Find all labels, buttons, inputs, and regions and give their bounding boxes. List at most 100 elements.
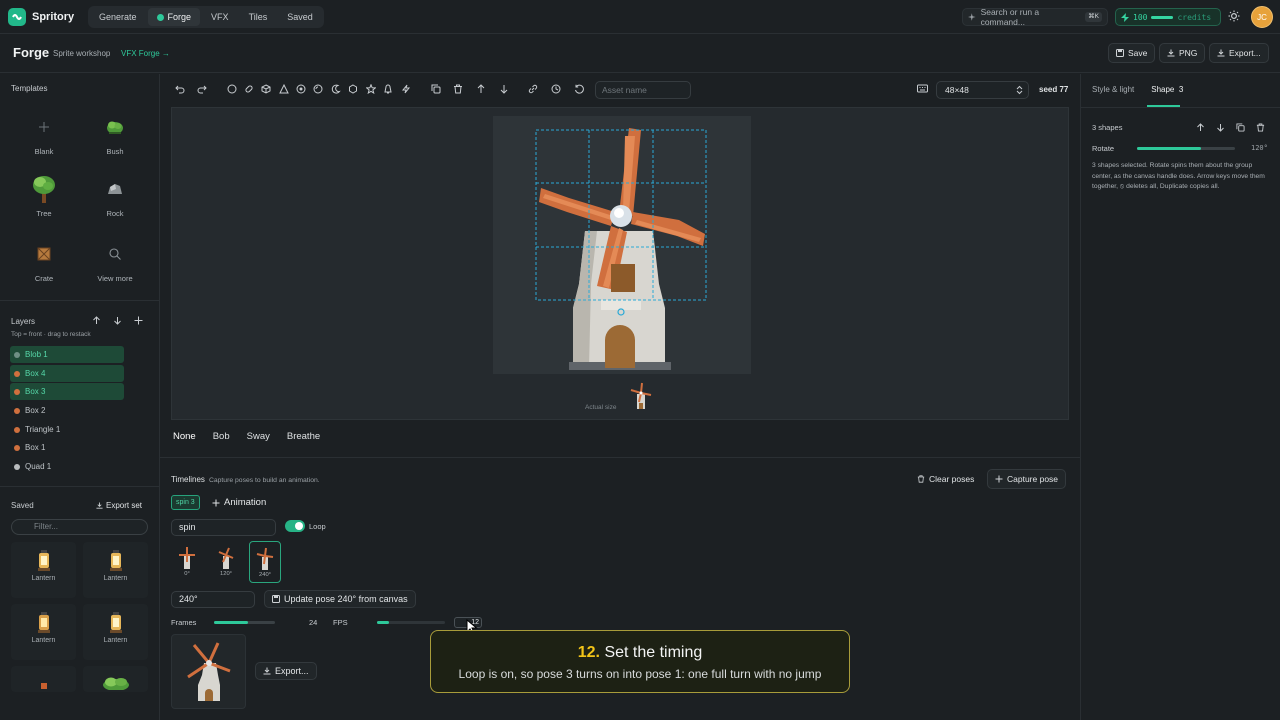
vfx-forge-link[interactable]: VFX Forge → bbox=[121, 49, 170, 58]
preset-bob[interactable]: Bob bbox=[211, 431, 232, 442]
layer-item[interactable]: Triangle 1 bbox=[10, 421, 124, 438]
add-layer-icon[interactable] bbox=[134, 316, 143, 325]
pose-thumb-selected[interactable]: 240° bbox=[249, 541, 281, 583]
timelines-header: Timelines Capture poses to build an anima… bbox=[171, 475, 320, 484]
loop-toggle[interactable] bbox=[285, 520, 305, 532]
hexagon-tool-icon[interactable] bbox=[348, 84, 358, 94]
add-animation-button[interactable]: Animation bbox=[212, 497, 266, 508]
tab-style-light[interactable]: Style & light bbox=[1092, 85, 1134, 94]
bell-tool-icon[interactable] bbox=[383, 84, 393, 94]
export-set-button[interactable]: Export set bbox=[96, 501, 142, 510]
preset-sway[interactable]: Sway bbox=[245, 431, 272, 442]
animation-name-input[interactable]: spin bbox=[171, 519, 276, 536]
update-pose-button[interactable]: Update pose 240° from canvas bbox=[264, 590, 416, 608]
export-button[interactable]: Export... bbox=[1209, 43, 1269, 63]
move-up-icon[interactable] bbox=[92, 316, 101, 325]
template-bush[interactable]: Bush bbox=[87, 112, 143, 156]
divider bbox=[1081, 107, 1280, 108]
inspector-tabs: Style & light Shape 3 bbox=[1092, 85, 1183, 94]
user-avatar[interactable]: JC bbox=[1251, 6, 1273, 28]
layer-item[interactable]: Blob 1 bbox=[10, 346, 124, 363]
nav-tab-tiles[interactable]: Tiles bbox=[240, 8, 277, 26]
nav-tab-generate[interactable]: Generate bbox=[90, 8, 146, 26]
rotate-slider[interactable] bbox=[1137, 147, 1235, 150]
layer-item[interactable]: Box 1 bbox=[10, 439, 124, 456]
pose-thumb[interactable]: 0° bbox=[171, 541, 203, 583]
nav-tab-forge[interactable]: Forge bbox=[147, 8, 201, 26]
app-name: Spritory bbox=[32, 11, 75, 23]
triangle-tool-icon[interactable] bbox=[279, 84, 289, 94]
delete-icon[interactable] bbox=[453, 84, 463, 94]
saved-item[interactable]: Lantern bbox=[11, 542, 76, 598]
bolt-tool-icon[interactable] bbox=[401, 84, 411, 94]
link-icon[interactable] bbox=[528, 84, 538, 94]
export-animation-button[interactable]: Export... bbox=[255, 662, 317, 680]
star-tool-icon[interactable] bbox=[366, 84, 376, 94]
credits-badge[interactable]: 100 credits bbox=[1115, 8, 1221, 26]
saved-item[interactable]: Lantern bbox=[83, 604, 148, 660]
undo-icon[interactable] bbox=[175, 84, 185, 94]
nav-tab-vfx[interactable]: VFX bbox=[202, 8, 238, 26]
saved-item[interactable]: Lantern bbox=[11, 604, 76, 660]
move-down-icon[interactable] bbox=[1216, 123, 1225, 132]
circle-tool-icon[interactable] bbox=[227, 84, 237, 94]
move-up-icon[interactable] bbox=[1196, 123, 1205, 132]
page-subtitle: Sprite workshop bbox=[53, 49, 111, 58]
pose-thumb[interactable]: 120° bbox=[210, 541, 242, 583]
template-tree[interactable]: Tree bbox=[16, 174, 72, 218]
saved-item[interactable] bbox=[11, 666, 76, 692]
sphere-tool-icon[interactable] bbox=[313, 84, 323, 94]
seed-label[interactable]: seed 77 bbox=[1039, 85, 1068, 94]
saved-filter-input[interactable]: Filter... bbox=[11, 519, 148, 535]
clear-poses-button[interactable]: Clear poses bbox=[910, 469, 981, 489]
redo-icon[interactable] bbox=[197, 84, 207, 94]
capsule-tool-icon[interactable] bbox=[244, 84, 254, 94]
layer-item[interactable]: Quad 1 bbox=[10, 458, 124, 475]
app-logo[interactable]: Spritory bbox=[8, 8, 74, 26]
delete-icon[interactable] bbox=[1256, 123, 1265, 132]
capture-pose-button[interactable]: Capture pose bbox=[987, 469, 1067, 489]
preset-breathe[interactable]: Breathe bbox=[285, 431, 322, 442]
crate-icon bbox=[37, 247, 51, 261]
pose-label: 240° bbox=[259, 572, 271, 578]
preset-none[interactable]: None bbox=[171, 431, 198, 442]
layer-color-dot bbox=[14, 370, 20, 377]
history-icon[interactable] bbox=[551, 84, 561, 94]
fps-slider[interactable] bbox=[377, 621, 445, 624]
asset-name-input[interactable]: Asset name bbox=[595, 81, 691, 99]
command-search[interactable]: Search or run a command... ⌘K bbox=[962, 7, 1108, 27]
crescent-tool-icon[interactable] bbox=[331, 84, 341, 94]
theme-toggle[interactable] bbox=[1228, 10, 1240, 22]
canvas-size-select[interactable]: 48×48 bbox=[936, 81, 1029, 99]
top-bar: Spritory Generate Forge VFX Tiles Saved … bbox=[0, 0, 1280, 34]
template-crate[interactable]: Crate bbox=[16, 239, 72, 283]
layer-item[interactable]: Box 4 bbox=[10, 365, 124, 382]
timeline-chip[interactable]: spin 3 bbox=[171, 495, 200, 510]
artboard[interactable] bbox=[493, 116, 751, 374]
template-blank[interactable]: Blank bbox=[16, 112, 72, 156]
pose-angle-input[interactable]: 240° bbox=[171, 591, 255, 608]
duplicate-icon[interactable] bbox=[431, 84, 441, 94]
png-button[interactable]: PNG bbox=[1159, 43, 1206, 63]
saved-item[interactable]: Lantern bbox=[83, 542, 148, 598]
reset-icon[interactable] bbox=[574, 84, 584, 94]
template-rock[interactable]: Rock bbox=[87, 174, 143, 218]
layer-item[interactable]: Box 2 bbox=[10, 402, 124, 419]
cube-tool-icon[interactable] bbox=[261, 84, 271, 94]
keyboard-icon[interactable] bbox=[917, 84, 928, 93]
bring-forward-icon[interactable] bbox=[476, 84, 486, 94]
nav-tab-saved[interactable]: Saved bbox=[278, 8, 322, 26]
tree-icon bbox=[33, 176, 55, 203]
save-button[interactable]: Save bbox=[1108, 43, 1156, 63]
template-view-more[interactable]: View more bbox=[87, 239, 143, 283]
send-backward-icon[interactable] bbox=[499, 84, 509, 94]
saved-heading: Saved bbox=[11, 501, 34, 510]
duplicate-icon[interactable] bbox=[1236, 123, 1245, 132]
saved-item[interactable] bbox=[83, 666, 148, 692]
ring-tool-icon[interactable] bbox=[296, 84, 306, 94]
tab-shape[interactable]: Shape 3 bbox=[1151, 85, 1183, 94]
frames-slider[interactable] bbox=[214, 621, 275, 624]
move-down-icon[interactable] bbox=[113, 316, 122, 325]
layer-item[interactable]: Box 3 bbox=[10, 383, 124, 400]
canvas-area[interactable]: Actual size bbox=[171, 107, 1069, 420]
